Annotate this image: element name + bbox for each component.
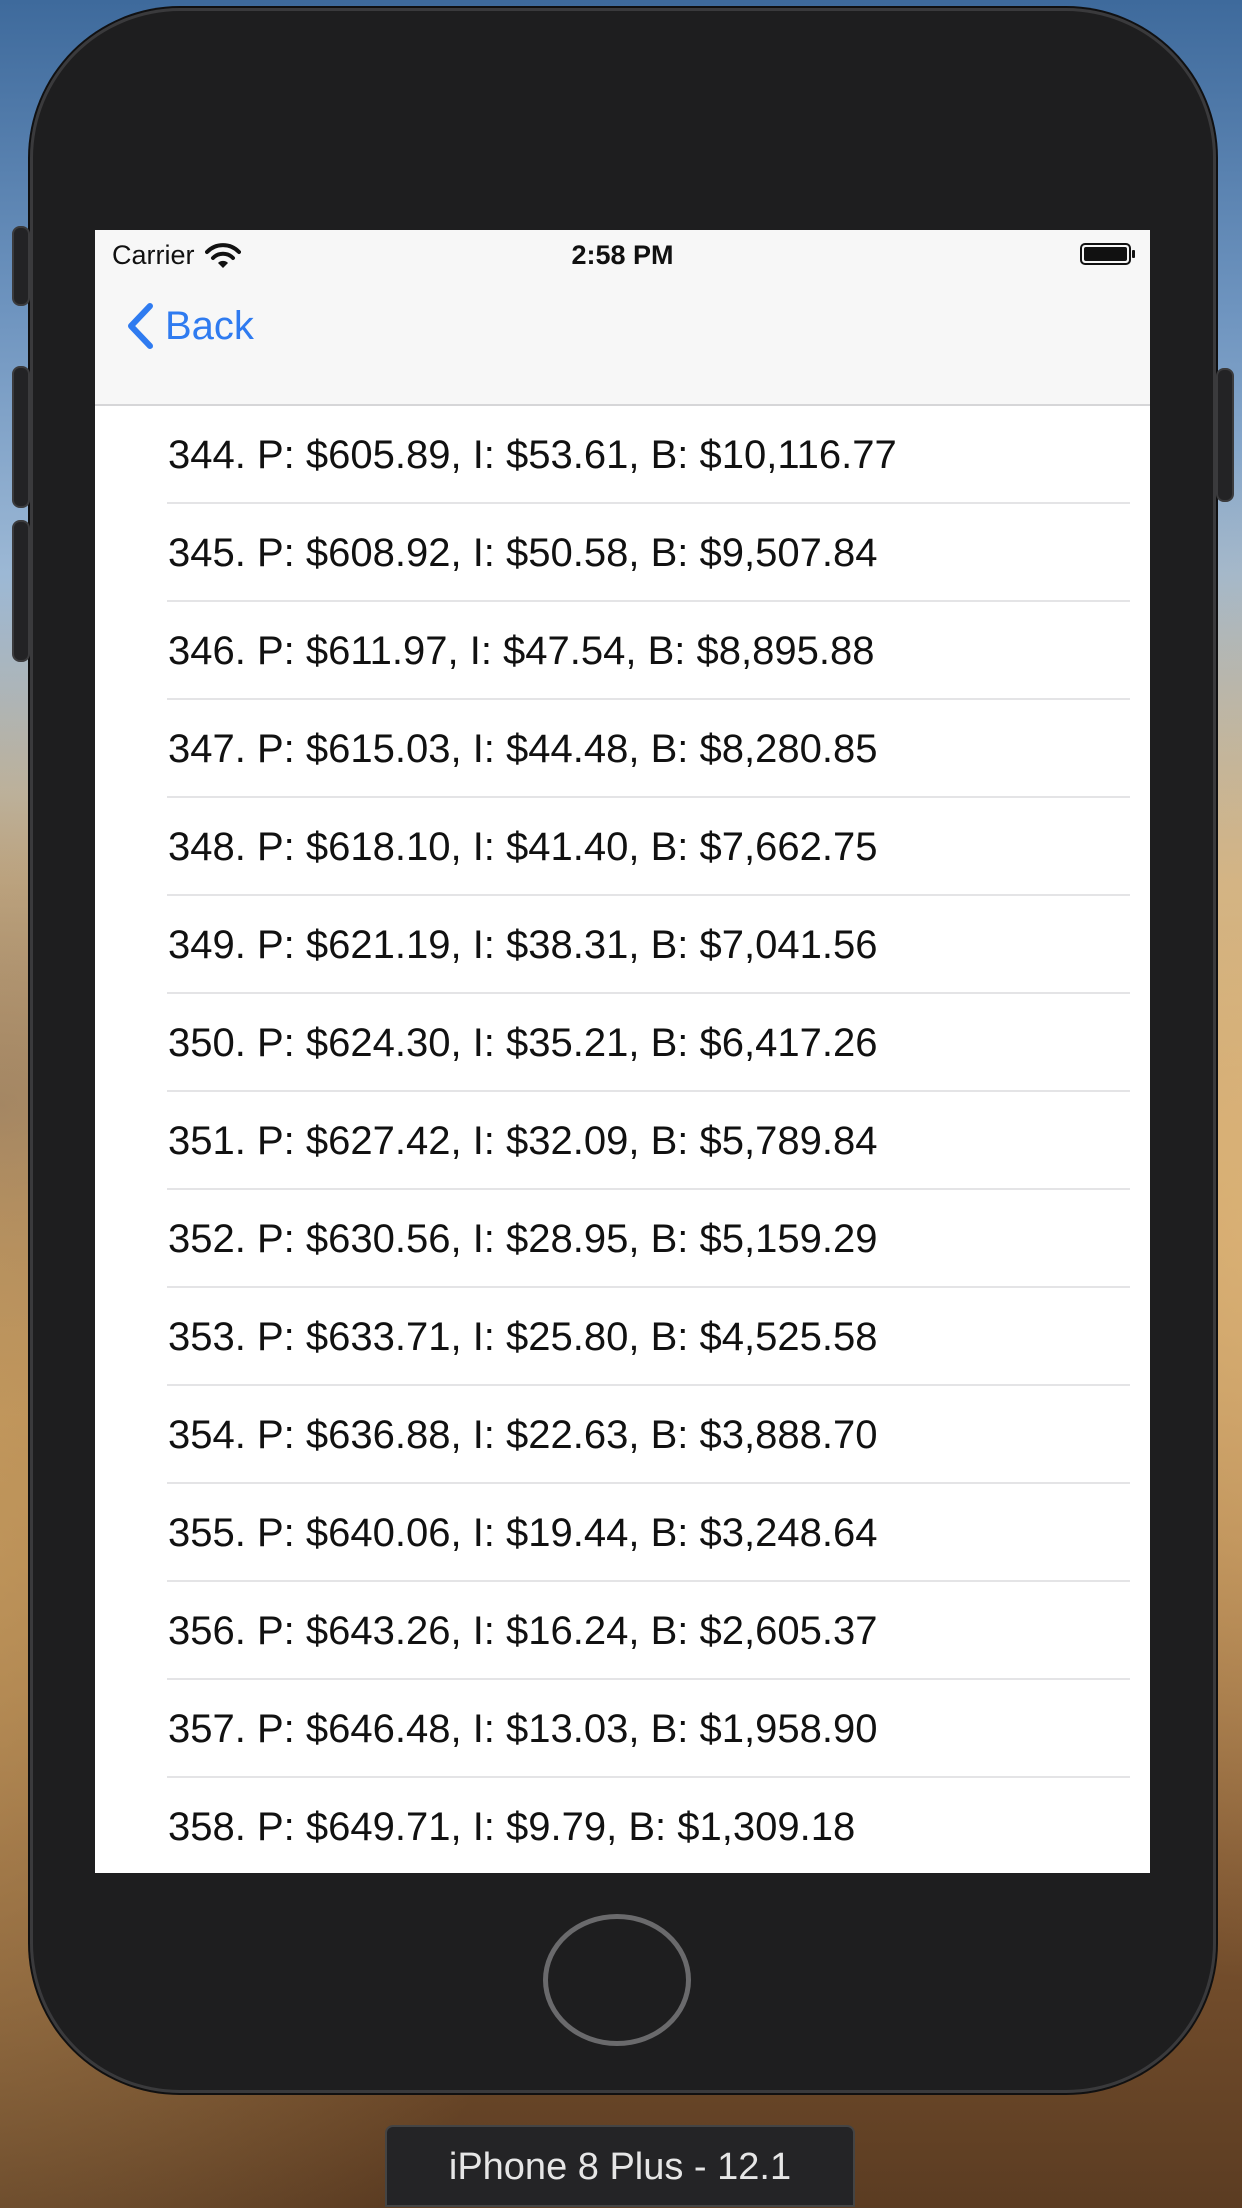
list-item[interactable]: 344. P: $605.89, I: $53.61, B: $10,116.7… (95, 406, 1150, 504)
list-item-text: 357. P: $646.48, I: $13.03, B: $1,958.90 (168, 1707, 878, 1751)
list-item[interactable]: 345. P: $608.92, I: $50.58, B: $9,507.84 (95, 504, 1150, 602)
list-item-text: 348. P: $618.10, I: $41.40, B: $7,662.75 (168, 825, 878, 869)
list-item[interactable]: 356. P: $643.26, I: $16.24, B: $2,605.37 (95, 1582, 1150, 1680)
mute-switch (12, 226, 30, 306)
list-item-text: 349. P: $621.19, I: $38.31, B: $7,041.56 (168, 923, 878, 967)
list-item[interactable]: 355. P: $640.06, I: $19.44, B: $3,248.64 (95, 1484, 1150, 1582)
app-screen: Carrier 2:58 PM Back 344. P: $605.89, I:… (95, 230, 1150, 1873)
list-item[interactable]: 346. P: $611.97, I: $47.54, B: $8,895.88 (95, 602, 1150, 700)
volume-up-button (12, 366, 30, 508)
list-item[interactable]: 349. P: $621.19, I: $38.31, B: $7,041.56 (95, 896, 1150, 994)
list-item[interactable]: 348. P: $618.10, I: $41.40, B: $7,662.75 (95, 798, 1150, 896)
list-item[interactable]: 352. P: $630.56, I: $28.95, B: $5,159.29 (95, 1190, 1150, 1288)
list-item[interactable]: 357. P: $646.48, I: $13.03, B: $1,958.90 (95, 1680, 1150, 1778)
list-item-text: 355. P: $640.06, I: $19.44, B: $3,248.64 (168, 1511, 878, 1555)
list-item[interactable]: 354. P: $636.88, I: $22.63, B: $3,888.70 (95, 1386, 1150, 1484)
status-bar: Carrier 2:58 PM (95, 230, 1150, 280)
list-item[interactable]: 353. P: $633.71, I: $25.80, B: $4,525.58 (95, 1288, 1150, 1386)
navigation-bar: Back (95, 280, 1150, 406)
list-item-text: 346. P: $611.97, I: $47.54, B: $8,895.88 (168, 629, 875, 673)
list-item-text: 358. P: $649.71, I: $9.79, B: $1,309.18 (168, 1805, 856, 1849)
list-item[interactable]: 347. P: $615.03, I: $44.48, B: $8,280.85 (95, 700, 1150, 798)
list-item-text: 354. P: $636.88, I: $22.63, B: $3,888.70 (168, 1413, 878, 1457)
home-button[interactable] (543, 1914, 691, 2046)
chevron-left-icon (128, 303, 153, 349)
list-item-text: 351. P: $627.42, I: $32.09, B: $5,789.84 (168, 1119, 878, 1163)
list-item-text: 345. P: $608.92, I: $50.58, B: $9,507.84 (168, 531, 878, 575)
list-item-text: 356. P: $643.26, I: $16.24, B: $2,605.37 (168, 1609, 878, 1653)
list-item-text: 353. P: $633.71, I: $25.80, B: $4,525.58 (168, 1315, 878, 1359)
list-item[interactable]: 351. P: $627.42, I: $32.09, B: $5,789.84 (95, 1092, 1150, 1190)
status-time: 2:58 PM (571, 240, 674, 270)
list-item[interactable]: 358. P: $649.71, I: $9.79, B: $1,309.18 (95, 1778, 1150, 1873)
power-button (1216, 368, 1234, 502)
list-item-text: 350. P: $624.30, I: $35.21, B: $6,417.26 (168, 1021, 878, 1065)
list-item[interactable]: 350. P: $624.30, I: $35.21, B: $6,417.26 (95, 994, 1150, 1092)
battery-icon (1080, 243, 1135, 265)
back-button-label: Back (165, 303, 254, 348)
simulator-device-label: iPhone 8 Plus - 12.1 (385, 2125, 855, 2207)
list-item-text: 347. P: $615.03, I: $44.48, B: $8,280.85 (168, 727, 878, 771)
volume-down-button (12, 520, 30, 662)
list-item-text: 344. P: $605.89, I: $53.61, B: $10,116.7… (168, 433, 897, 477)
back-button[interactable]: Back (125, 302, 254, 350)
list-item-text: 352. P: $630.56, I: $28.95, B: $5,159.29 (168, 1217, 878, 1261)
payment-schedule-list: 344. P: $605.89, I: $53.61, B: $10,116.7… (95, 406, 1150, 1873)
